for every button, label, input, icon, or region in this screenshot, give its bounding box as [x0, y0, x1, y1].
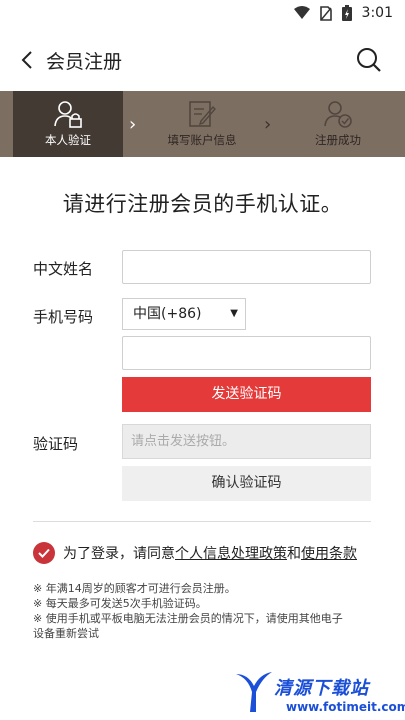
privacy-policy-link[interactable]: 个人信息处理政策 [175, 546, 287, 562]
watermark-title: 清源下载站 [274, 678, 369, 699]
wifi-icon [293, 6, 310, 19]
phone-number-input[interactable] [122, 336, 371, 370]
dropdown-caret-icon: ▼ [230, 308, 238, 319]
agreement-and: 和 [287, 546, 301, 562]
chevron-right-icon: › [129, 114, 137, 135]
chevron-right-icon: › [264, 114, 272, 135]
chevron-left-icon [21, 51, 32, 69]
step-label: 填写账户信息 [167, 133, 237, 147]
edit-form-icon [189, 101, 216, 127]
note-item: 设备重新尝试 [33, 627, 99, 640]
step-identity-verification: 本人验证 [13, 91, 123, 157]
step-registration-complete: 注册成功 [283, 91, 393, 157]
name-label: 中文姓名 [33, 260, 94, 278]
agreement-text: 为了登录，请同意个人信息处理政策和使用条款 [63, 543, 357, 563]
step-label: 本人验证 [45, 133, 91, 147]
status-bar: 3:01 [0, 0, 405, 26]
code-label: 验证码 [33, 435, 79, 453]
note-item: ※ 使用手机或平板电脑无法注册会员的情况下，请使用其他电子 [33, 612, 343, 625]
country-code-value: 中国(+86) [133, 306, 202, 322]
registration-notes: ※ 年满14周岁的顾客才可进行会员注册。 ※ 每天最多可发送5次手机验证码。 ※… [33, 581, 383, 641]
check-icon [38, 548, 50, 558]
agreement-prefix: 为了登录，请同意 [63, 546, 175, 562]
send-code-button[interactable]: 发送验证码 [122, 377, 371, 412]
note-item: ※ 每天最多可发送5次手机验证码。 [33, 597, 207, 610]
user-lock-icon [54, 101, 82, 128]
back-button[interactable] [16, 48, 40, 72]
watermark-logo-icon [236, 672, 272, 712]
agreement-row: 为了登录，请同意个人信息处理政策和使用条款 [33, 541, 378, 565]
search-icon [357, 48, 381, 72]
registration-steps: 本人验证 填写账户信息 注册成功 [0, 91, 405, 157]
chinese-name-input[interactable] [122, 250, 371, 284]
watermark: 清源下载站 www.fotimeit.com [234, 668, 405, 720]
status-time: 3:01 [361, 5, 393, 21]
verification-headline: 请进行注册会员的手机认证。 [62, 192, 343, 216]
page-title: 会员注册 [46, 51, 123, 73]
note-item: ※ 年满14周岁的顾客才可进行会员注册。 [33, 582, 236, 595]
no-sim-icon [319, 5, 332, 21]
watermark-url: www.fotimeit.com [286, 700, 405, 714]
step-label: 注册成功 [315, 133, 361, 147]
confirm-code-button[interactable]: 确认验证码 [122, 466, 371, 501]
user-check-icon [324, 101, 352, 128]
verification-code-input[interactable]: 请点击发送按钮。 [122, 424, 371, 459]
terms-of-use-link[interactable]: 使用条款 [301, 546, 357, 562]
battery-charging-icon [341, 5, 352, 21]
step-account-info: 填写账户信息 [147, 91, 257, 157]
app-header: 会员注册 [0, 40, 405, 80]
search-button[interactable] [355, 46, 383, 74]
country-code-select[interactable]: 中国(+86) ▼ [122, 298, 246, 330]
phone-label: 手机号码 [33, 308, 94, 326]
divider [33, 521, 371, 522]
agree-checkbox[interactable] [33, 542, 55, 564]
